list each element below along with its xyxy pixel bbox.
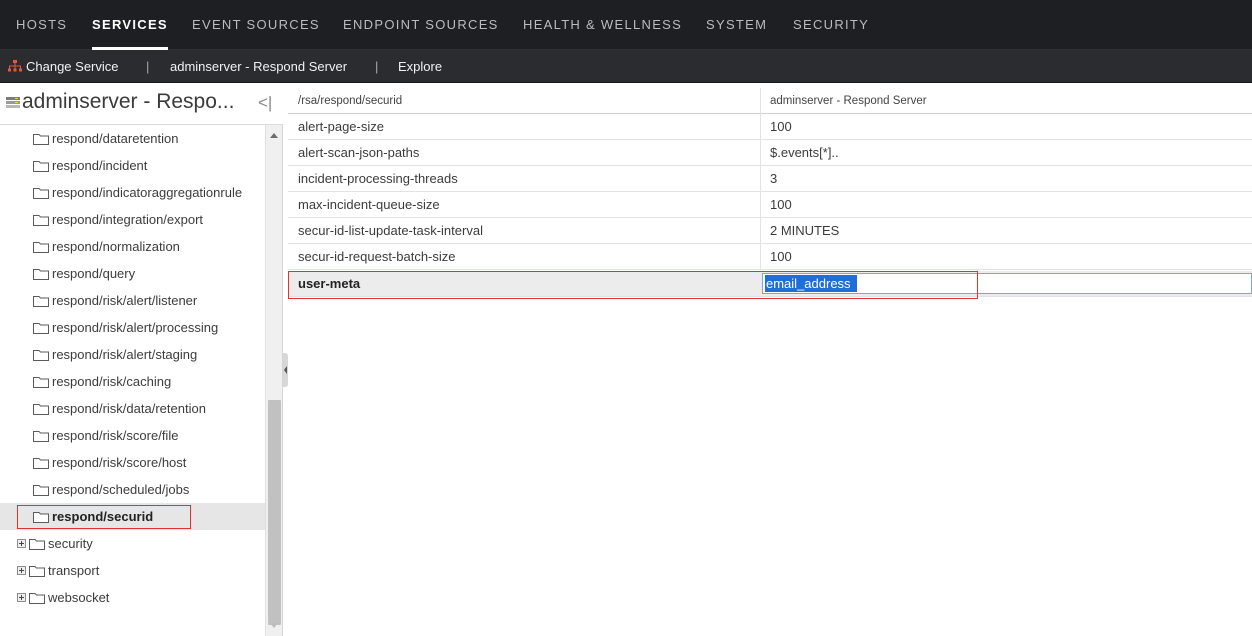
tab-endpoint-sources[interactable]: ENDPOINT SOURCES — [343, 0, 499, 50]
folder-icon — [33, 458, 49, 469]
explore-tree-panel: adminserver - Respo... <| respond/datare… — [0, 84, 283, 636]
expand-icon[interactable] — [17, 539, 26, 548]
table-row[interactable]: alert-page-size 100 — [288, 114, 1252, 140]
table-row[interactable]: alert-scan-json-paths $.events[*].. — [288, 140, 1252, 166]
tree-node[interactable]: transport — [17, 557, 99, 584]
tree-node[interactable]: respond/incident — [33, 152, 147, 179]
tab-event-sources[interactable]: EVENT SOURCES — [192, 0, 320, 50]
expand-icon[interactable] — [17, 566, 26, 575]
panel-title: adminserver - Respo... — [22, 90, 235, 113]
tree-node[interactable]: respond/indicatoraggregationrule — [33, 179, 242, 206]
value-input-text[interactable]: email_address — [766, 275, 851, 292]
tree-node-selected[interactable]: respond/securid — [0, 503, 265, 530]
tab-health-wellness[interactable]: HEALTH & WELLNESS — [523, 0, 682, 50]
change-service-label: Change Service — [26, 59, 119, 74]
toolbar-separator: | — [146, 59, 150, 74]
folder-icon — [29, 593, 45, 604]
folder-icon — [29, 566, 45, 577]
change-service-button[interactable]: Change Service — [8, 50, 119, 83]
tree-node[interactable]: respond/scheduled/jobs — [33, 476, 189, 503]
table-row[interactable]: incident-processing-threads 3 — [288, 166, 1252, 192]
tab-services[interactable]: SERVICES — [92, 0, 168, 50]
tree-node[interactable]: respond/risk/score/file — [33, 422, 178, 449]
folder-icon — [29, 539, 45, 550]
property-name: secur-id-list-update-task-interval — [298, 223, 483, 238]
tab-system[interactable]: SYSTEM — [706, 0, 767, 50]
folder-icon — [33, 350, 49, 361]
folder-icon — [33, 215, 49, 226]
service-column-header: adminserver - Respond Server — [760, 88, 1252, 114]
top-navigation: HOSTS SERVICES EVENT SOURCES ENDPOINT SO… — [0, 0, 1252, 50]
property-name: alert-scan-json-paths — [298, 145, 420, 160]
property-value[interactable]: 2 MINUTES — [760, 218, 1252, 244]
tree-node[interactable]: respond/risk/data/retention — [33, 395, 206, 422]
property-name: max-incident-queue-size — [298, 197, 440, 212]
folder-icon — [33, 323, 49, 334]
folder-icon — [33, 134, 49, 145]
property-value[interactable]: 3 — [760, 166, 1252, 192]
tree-node[interactable]: respond/dataretention — [33, 125, 178, 152]
tree-node[interactable]: respond/risk/caching — [33, 368, 171, 395]
service-toolbar: Change Service | adminserver - Respond S… — [0, 50, 1252, 83]
value-editor[interactable]: email_address — [762, 273, 1252, 294]
tree-node[interactable]: respond/integration/export — [33, 206, 203, 233]
scrollbar-thumb[interactable] — [268, 400, 281, 625]
folder-icon — [33, 485, 49, 496]
tree-node[interactable]: websocket — [17, 584, 109, 611]
property-name: user-meta — [298, 276, 361, 291]
tree-node[interactable]: security — [17, 530, 93, 557]
property-value[interactable]: 100 — [760, 192, 1252, 218]
property-value[interactable]: $.events[*].. — [760, 140, 1252, 166]
server-icon — [6, 97, 20, 108]
panel-header: adminserver - Respo... <| — [0, 84, 283, 125]
scroll-down-arrow-icon[interactable] — [270, 623, 278, 628]
property-name: secur-id-request-batch-size — [298, 249, 456, 264]
panel-splitter-handle[interactable] — [283, 353, 288, 387]
folder-icon — [33, 242, 49, 253]
tree-scrollbar[interactable] — [265, 125, 282, 636]
tree-node[interactable]: respond/risk/alert/listener — [33, 287, 197, 314]
table-row[interactable]: secur-id-request-batch-size 100 — [288, 244, 1252, 270]
grid-header-row: /rsa/respond/securid adminserver - Respo… — [288, 88, 1252, 114]
tree-node[interactable]: respond/risk/alert/staging — [33, 341, 197, 368]
service-name[interactable]: adminserver - Respond Server — [170, 50, 347, 83]
path-column-header: /rsa/respond/securid — [298, 95, 403, 107]
folder-icon — [33, 296, 49, 307]
expand-icon[interactable] — [17, 593, 26, 602]
tab-security[interactable]: SECURITY — [793, 0, 869, 50]
property-name: alert-page-size — [298, 119, 384, 134]
config-tree: respond/dataretention respond/incident r… — [0, 125, 265, 636]
table-row-editing[interactable]: user-meta email_address — [288, 271, 1252, 297]
folder-icon — [33, 161, 49, 172]
table-row[interactable]: max-incident-queue-size 100 — [288, 192, 1252, 218]
tree-node[interactable]: respond/query — [33, 260, 135, 287]
hierarchy-icon — [8, 60, 22, 72]
folder-icon — [33, 512, 49, 523]
folder-icon — [33, 431, 49, 442]
folder-icon — [33, 404, 49, 415]
folder-icon — [33, 377, 49, 388]
collapse-panel-icon[interactable]: <| — [258, 93, 272, 113]
tree-node[interactable]: respond/risk/score/host — [33, 449, 186, 476]
explore-link[interactable]: Explore — [398, 50, 442, 83]
toolbar-separator: | — [375, 59, 379, 74]
tree-node[interactable]: respond/risk/alert/processing — [33, 314, 218, 341]
property-value[interactable]: 100 — [760, 244, 1252, 270]
scroll-up-arrow-icon[interactable] — [270, 133, 278, 138]
folder-icon — [33, 269, 49, 280]
tree-node[interactable]: respond/normalization — [33, 233, 180, 260]
tab-hosts[interactable]: HOSTS — [16, 0, 67, 50]
table-row[interactable]: secur-id-list-update-task-interval 2 MIN… — [288, 218, 1252, 244]
property-value[interactable]: 100 — [760, 114, 1252, 140]
property-name: incident-processing-threads — [298, 171, 458, 186]
folder-icon — [33, 188, 49, 199]
